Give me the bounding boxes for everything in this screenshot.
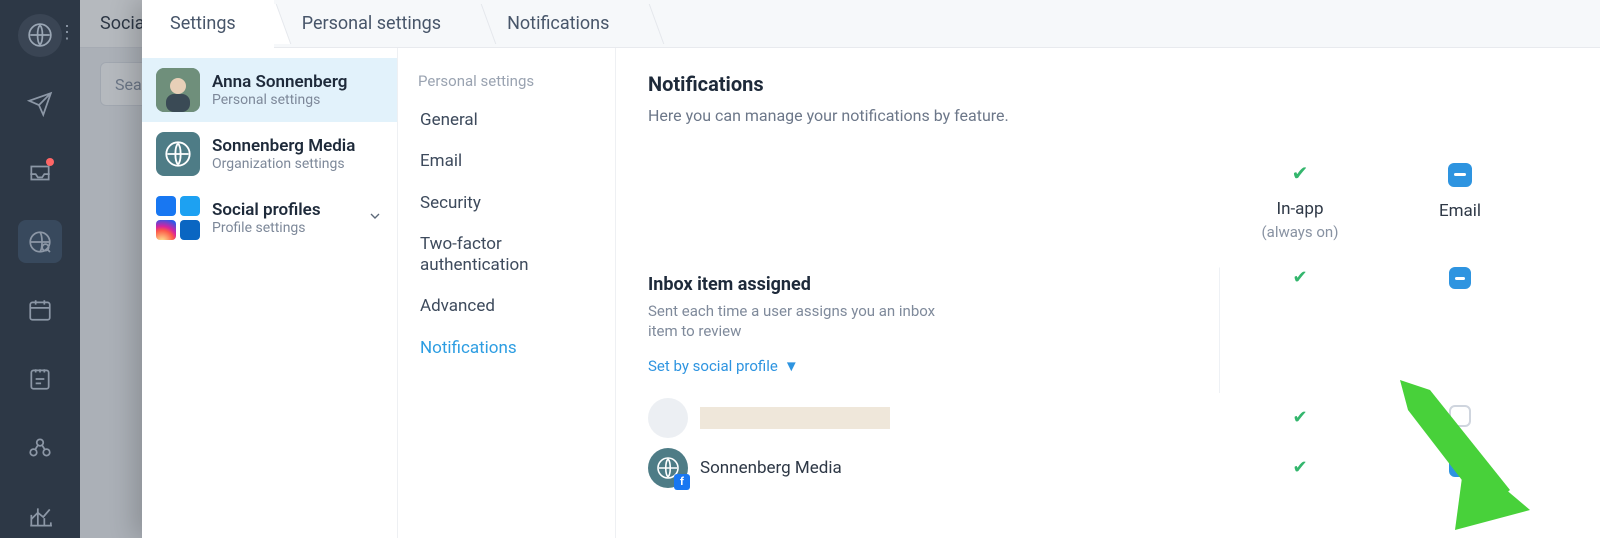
subnav-heading: Personal settings (418, 72, 605, 90)
profile-email-cell (1380, 405, 1540, 431)
group-title: Anna Sonnenberg (212, 72, 347, 92)
col-inapp: ✔ In-app (always on) (1220, 161, 1380, 241)
checkbox-indeterminate[interactable] (1448, 163, 1472, 187)
col-email: Email (1380, 161, 1540, 225)
breadcrumb-personal[interactable]: Personal settings (274, 0, 479, 48)
nav-advanced[interactable]: Advanced (408, 286, 605, 327)
facebook-badge-icon: f (674, 474, 690, 490)
notes-icon[interactable] (18, 358, 62, 401)
link-label: Set by social profile (648, 357, 778, 375)
chevron-down-icon (367, 208, 383, 228)
col-label: Email (1380, 201, 1540, 221)
col-label: In-app (1220, 199, 1380, 219)
profile-name-cell (648, 398, 1220, 438)
check-icon: ✔ (1292, 407, 1307, 428)
nav-security[interactable]: Security (408, 183, 605, 224)
profile-name-cell: f Sonnenberg Media (648, 448, 1220, 488)
breadcrumb: Settings Personal settings Notifications (142, 0, 1600, 48)
team-icon[interactable] (18, 427, 62, 470)
profile-inapp-cell: ✔ (1220, 407, 1380, 428)
section-inapp-cell: ✔ (1220, 267, 1380, 288)
inbox-icon[interactable] (18, 152, 62, 195)
group-organization[interactable]: Sonnenberg Media Organization settings (142, 122, 397, 186)
group-subtitle: Organization settings (212, 156, 355, 172)
nav-rail: ⋮ (0, 0, 80, 538)
nav-email[interactable]: Email (408, 141, 605, 182)
social-grid-icon (156, 196, 200, 240)
settings-groups: Anna Sonnenberg Personal settings Sonnen… (142, 48, 398, 538)
breadcrumb-notifications[interactable]: Notifications (479, 0, 647, 48)
breadcrumb-label: Personal settings (302, 13, 441, 34)
avatar (156, 68, 200, 112)
settings-content: Notifications Here you can manage your n… (616, 48, 1600, 538)
profile-rows: ✔ f Sonnenberg Media ✔ (648, 393, 1540, 493)
nav-notifications[interactable]: Notifications (408, 328, 605, 369)
nav-general[interactable]: General (408, 100, 605, 141)
checkbox-unchecked[interactable] (1449, 405, 1471, 427)
group-subtitle: Profile settings (212, 220, 321, 236)
profile-avatar: f (648, 448, 688, 488)
calendar-icon[interactable] (18, 289, 62, 332)
app-menu-icon[interactable]: ⋮ (58, 22, 76, 43)
org-icon (156, 132, 200, 176)
set-by-profile-link[interactable]: Set by social profile ▼ (648, 357, 799, 375)
check-icon: ✔ (1220, 161, 1380, 185)
group-subtitle: Personal settings (212, 92, 347, 108)
page-description: Here you can manage your notifications b… (648, 106, 1540, 125)
group-social-profiles[interactable]: Social profiles Profile settings (142, 186, 397, 250)
settings-subnav: Personal settings General Email Security… (398, 48, 616, 538)
page-title: Notifications (648, 72, 1540, 96)
profile-row: ✔ (648, 393, 1540, 443)
send-icon[interactable] (18, 83, 62, 126)
group-title: Social profiles (212, 200, 321, 220)
checkbox-indeterminate[interactable] (1449, 267, 1471, 289)
group-title: Sonnenberg Media (212, 136, 355, 156)
section-description: Sent each time a user assigns you an inb… (648, 301, 968, 342)
profile-email-cell (1380, 455, 1540, 481)
profile-inapp-cell: ✔ (1220, 457, 1380, 478)
checkbox-checked[interactable] (1449, 455, 1471, 477)
check-icon: ✔ (1292, 457, 1307, 478)
modal-backdrop (80, 0, 150, 538)
profile-avatar (648, 398, 688, 438)
profile-name: Sonnenberg Media (700, 458, 842, 478)
breadcrumb-settings[interactable]: Settings (142, 0, 274, 48)
breadcrumb-label: Settings (170, 13, 236, 34)
group-personal[interactable]: Anna Sonnenberg Personal settings (142, 58, 397, 122)
breadcrumb-label: Notifications (507, 13, 609, 34)
settings-panel: Settings Personal settings Notifications… (142, 0, 1600, 538)
redacted-label (700, 407, 890, 429)
app-logo-icon[interactable] (18, 14, 62, 57)
profile-row: f Sonnenberg Media ✔ (648, 443, 1540, 493)
section-inbox-assigned: Inbox item assigned Sent each time a use… (648, 267, 1220, 393)
discover-icon[interactable] (18, 220, 62, 263)
nav-two-factor[interactable]: Two-factor authentication (408, 224, 605, 287)
columns-header: ✔ In-app (always on) Email (648, 161, 1540, 241)
triangle-down-icon: ▼ (784, 357, 799, 375)
section-title: Inbox item assigned (648, 274, 999, 295)
analytics-icon[interactable] (18, 495, 62, 538)
check-icon: ✔ (1292, 267, 1307, 288)
col-sublabel: (always on) (1220, 223, 1380, 241)
section-email-cell (1380, 267, 1540, 293)
